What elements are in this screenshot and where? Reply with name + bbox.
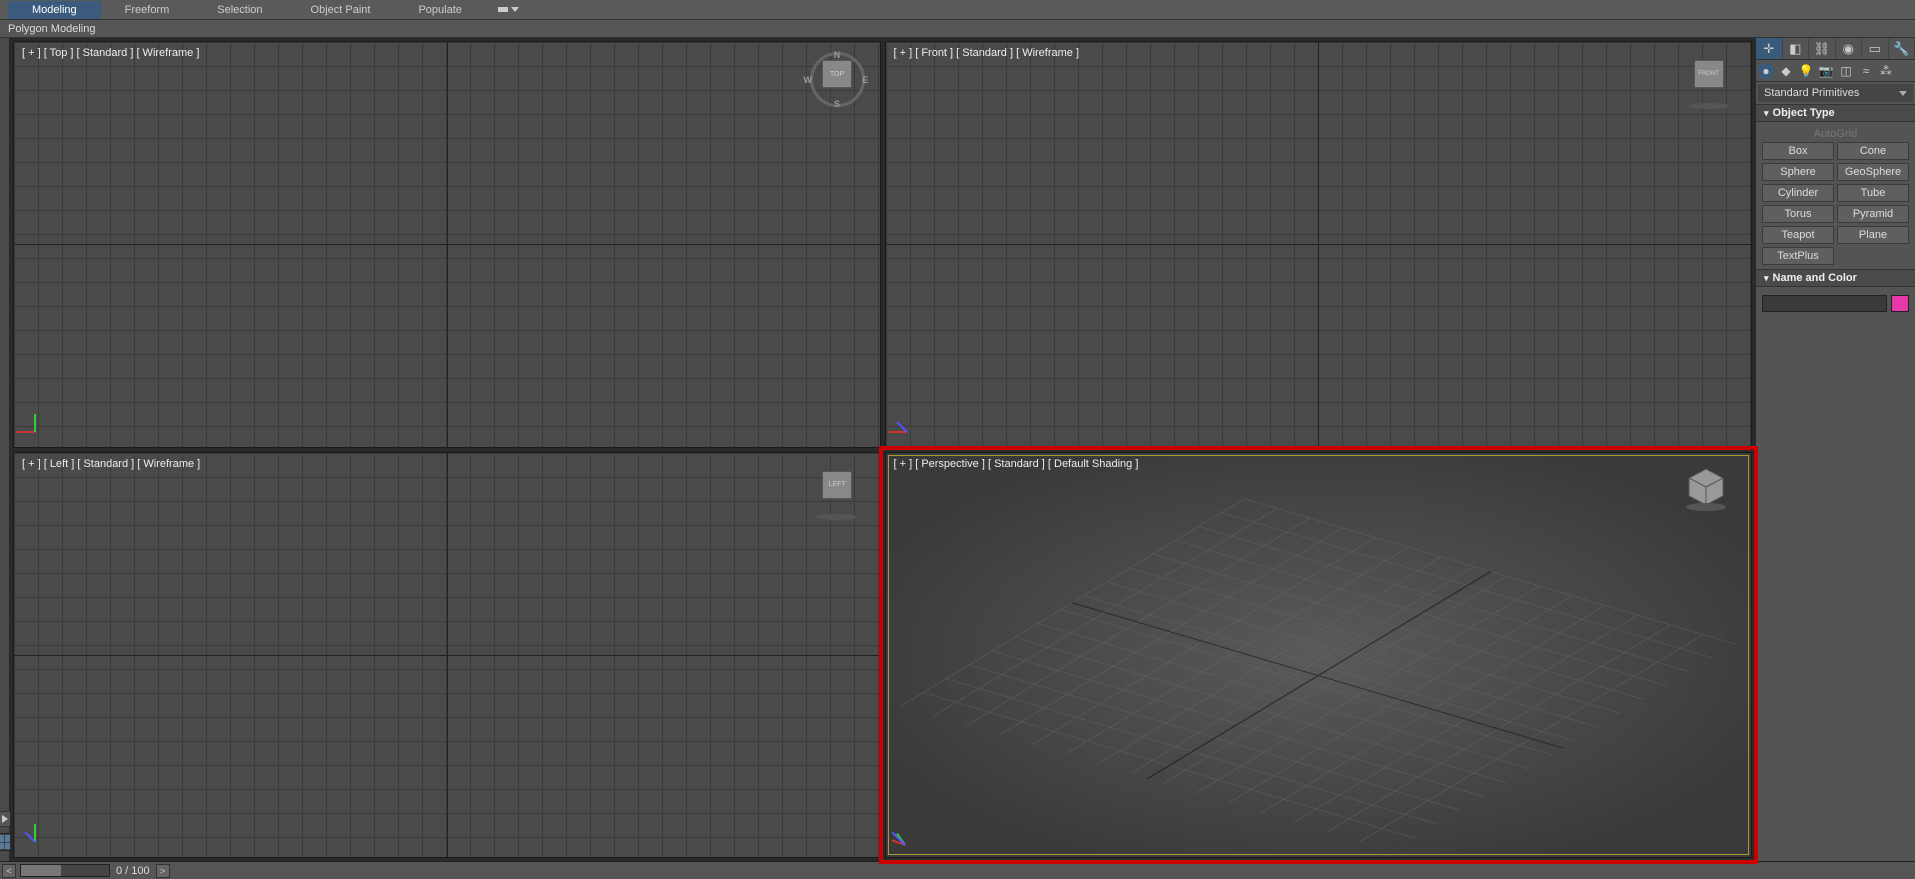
hierarchy-tab-icon[interactable]: ⛓ [1809, 38, 1836, 59]
cameras-icon[interactable]: 📷 [1818, 63, 1834, 79]
utilities-tab-icon[interactable]: 🔧 [1889, 38, 1915, 59]
axis-gizmo [34, 812, 64, 842]
axis-gizmo [34, 402, 64, 432]
systems-icon[interactable]: ⁂ [1878, 63, 1894, 79]
timeline-prev-button[interactable]: < [2, 864, 16, 878]
modify-tab-icon[interactable]: ◧ [1783, 38, 1810, 59]
command-panel-tabs: ✛ ◧ ⛓ ◉ ▭ 🔧 [1756, 38, 1915, 60]
viewcube-top[interactable]: TOP N S E W [810, 52, 865, 107]
motion-tab-icon[interactable]: ◉ [1836, 38, 1863, 59]
tab-object-paint[interactable]: Object Paint [287, 1, 395, 19]
ribbon-expand-button[interactable] [486, 4, 531, 15]
primitive-tube-button[interactable]: Tube [1837, 184, 1909, 202]
primitive-box-button[interactable]: Box [1762, 142, 1834, 160]
timeline-track[interactable] [20, 864, 110, 877]
viewport-area: [ + ] [ Top ] [ Standard ] [ Wireframe ]… [10, 38, 1755, 861]
primitive-plane-button[interactable]: Plane [1837, 226, 1909, 244]
timeline-bar: < 0 / 100 > [0, 861, 1915, 879]
primitive-sphere-button[interactable]: Sphere [1762, 163, 1834, 181]
viewport-perspective[interactable]: [ + ] [ Perspective ] [ Standard ] [ Def… [885, 452, 1753, 859]
rollout-name-and-color[interactable]: Name and Color [1756, 269, 1915, 287]
display-tab-icon[interactable]: ▭ [1862, 38, 1889, 59]
geometry-icon[interactable]: ● [1758, 63, 1774, 79]
primitive-button-grid: Box Cone Sphere GeoSphere Cylinder Tube … [1762, 142, 1909, 265]
primitive-torus-button[interactable]: Torus [1762, 205, 1834, 223]
viewcube-left[interactable]: LEFT [810, 463, 865, 518]
object-color-swatch[interactable] [1891, 295, 1909, 312]
timeline-next-button[interactable]: > [156, 864, 170, 878]
primitive-cone-button[interactable]: Cone [1837, 142, 1909, 160]
tab-freeform[interactable]: Freeform [101, 1, 194, 19]
shapes-icon[interactable]: ◆ [1778, 63, 1794, 79]
primitive-pyramid-button[interactable]: Pyramid [1837, 205, 1909, 223]
viewcube-perspective[interactable] [1681, 463, 1736, 518]
object-name-input[interactable] [1762, 295, 1887, 312]
viewport-front[interactable]: [ + ] [ Front ] [ Standard ] [ Wireframe… [885, 41, 1753, 448]
primitive-geosphere-button[interactable]: GeoSphere [1837, 163, 1909, 181]
frame-counter: 0 / 100 [116, 865, 150, 877]
viewport-top-label[interactable]: [ + ] [ Top ] [ Standard ] [ Wireframe ] [22, 47, 199, 59]
command-panel: ✛ ◧ ⛓ ◉ ▭ 🔧 ● ◆ 💡 📷 ◫ ≈ ⁂ Standard Primi… [1755, 38, 1915, 861]
create-tab-icon[interactable]: ✛ [1756, 38, 1783, 59]
viewport-left[interactable]: [ + ] [ Left ] [ Standard ] [ Wireframe … [13, 452, 881, 859]
tab-populate[interactable]: Populate [394, 1, 485, 19]
viewport-perspective-label[interactable]: [ + ] [ Perspective ] [ Standard ] [ Def… [894, 458, 1139, 470]
spacewarps-icon[interactable]: ≈ [1858, 63, 1874, 79]
lights-icon[interactable]: 💡 [1798, 63, 1814, 79]
tab-selection[interactable]: Selection [193, 1, 286, 19]
viewport-front-label[interactable]: [ + ] [ Front ] [ Standard ] [ Wireframe… [894, 47, 1080, 59]
primitive-category-dropdown[interactable]: Standard Primitives [1758, 84, 1913, 102]
primitive-cylinder-button[interactable]: Cylinder [1762, 184, 1834, 202]
viewport-top[interactable]: [ + ] [ Top ] [ Standard ] [ Wireframe ]… [13, 41, 881, 448]
tab-modeling[interactable]: Modeling [8, 1, 101, 19]
axis-gizmo [904, 815, 934, 845]
rollout-object-type[interactable]: Object Type [1756, 104, 1915, 122]
primitive-teapot-button[interactable]: Teapot [1762, 226, 1834, 244]
create-category-icons: ● ◆ 💡 📷 ◫ ≈ ⁂ [1756, 60, 1915, 82]
axis-gizmo [906, 402, 936, 432]
autogrid-checkbox[interactable]: AutoGrid [1762, 126, 1909, 142]
left-gutter [0, 38, 10, 861]
primitive-textplus-button[interactable]: TextPlus [1762, 247, 1834, 265]
viewport-left-label[interactable]: [ + ] [ Left ] [ Standard ] [ Wireframe … [22, 458, 200, 470]
ribbon-panel-title: Polygon Modeling [0, 20, 1915, 38]
helpers-icon[interactable]: ◫ [1838, 63, 1854, 79]
viewcube-front[interactable]: FRONT [1681, 52, 1736, 107]
ribbon-tabs: Modeling Freeform Selection Object Paint… [0, 0, 1915, 20]
